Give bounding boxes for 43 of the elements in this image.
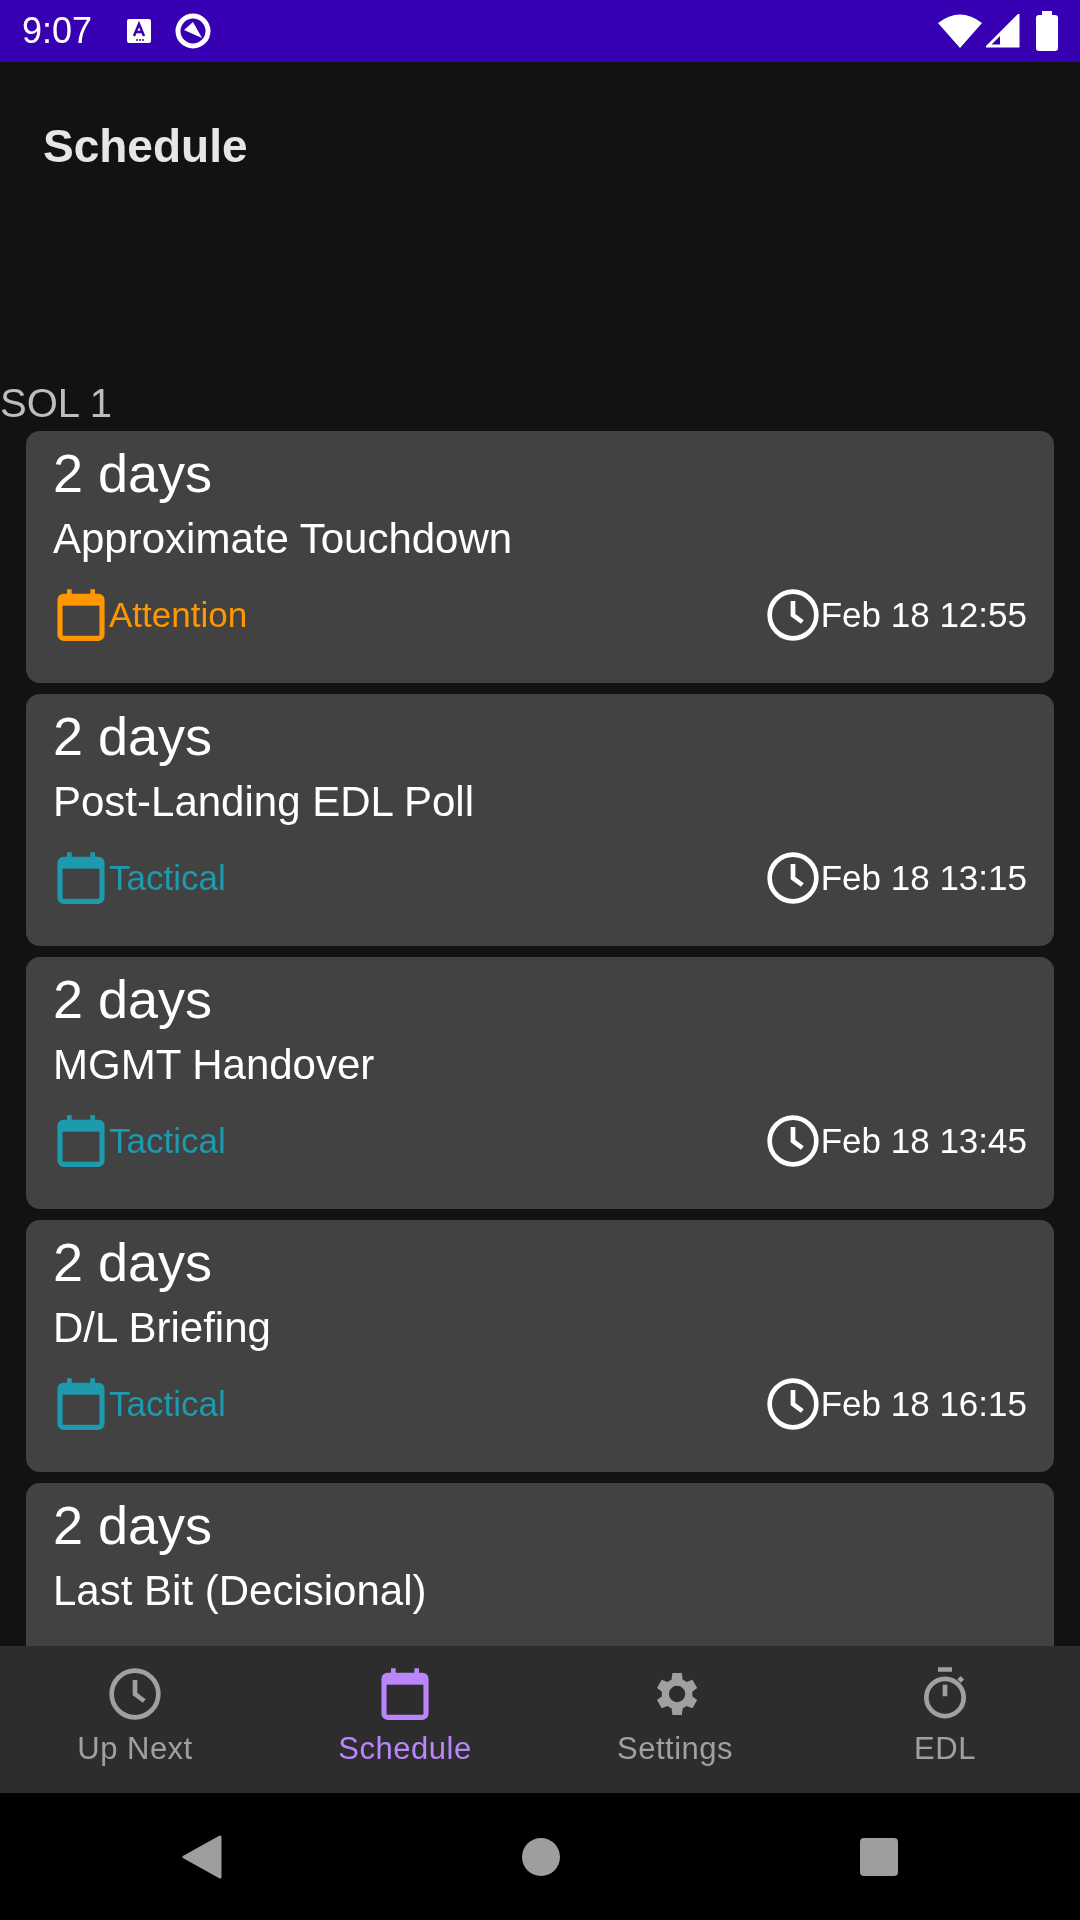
event-card[interactable]: 2 days Last Bit (Decisional) bbox=[26, 1483, 1054, 1646]
event-card[interactable]: 2 days MGMT Handover Tactical Feb 18 13:45 bbox=[26, 957, 1054, 1209]
nav-tab[interactable]: EDL bbox=[810, 1646, 1080, 1793]
clock-icon bbox=[764, 1113, 821, 1169]
recents-icon[interactable] bbox=[860, 1837, 898, 1876]
countdown-text: 2 days bbox=[53, 442, 213, 505]
event-title: D/L Briefing bbox=[53, 1303, 271, 1353]
category-label: Tactical bbox=[109, 1382, 226, 1425]
category-label: Tactical bbox=[109, 856, 226, 899]
clock-icon bbox=[764, 850, 821, 906]
keyboard-icon bbox=[126, 18, 153, 44]
section-label: SOL 1 bbox=[0, 380, 112, 427]
event-time: Feb 18 13:15 bbox=[820, 856, 1027, 899]
clock-icon bbox=[107, 1666, 163, 1722]
circle-icon bbox=[174, 12, 213, 50]
back-icon[interactable] bbox=[182, 1834, 222, 1879]
signal-icon bbox=[986, 14, 1020, 48]
clock-icon bbox=[764, 587, 821, 643]
category-label: Attention bbox=[109, 593, 248, 636]
wifi-icon bbox=[938, 14, 982, 48]
event-title: Approximate Touchdown bbox=[53, 514, 513, 564]
status-time: 9:07 bbox=[22, 9, 93, 53]
event-time: Feb 18 13:45 bbox=[820, 1119, 1027, 1162]
countdown-text: 2 days bbox=[53, 1494, 213, 1557]
nav-tab[interactable]: Schedule bbox=[270, 1646, 540, 1793]
event-card[interactable]: 2 days Post-Landing EDL Poll Tactical Feb 18 13:15 bbox=[26, 694, 1054, 946]
event-title: Last Bit (Decisional) bbox=[53, 1566, 427, 1616]
event-card[interactable]: 2 days Approximate Touchdown Attention Feb 18 12:55 bbox=[26, 431, 1054, 683]
event-title: Post-Landing EDL Poll bbox=[53, 777, 475, 827]
category-label: Tactical bbox=[109, 1119, 226, 1162]
event-time: Feb 18 12:55 bbox=[820, 593, 1027, 636]
event-time: Feb 18 16:15 bbox=[820, 1382, 1027, 1425]
nav-tab[interactable]: Settings bbox=[540, 1646, 810, 1793]
countdown-text: 2 days bbox=[53, 705, 213, 768]
screen-title: Schedule bbox=[43, 120, 248, 172]
event-title: MGMT Handover bbox=[53, 1040, 375, 1090]
home-icon[interactable] bbox=[522, 1837, 560, 1876]
event-card[interactable]: 2 days D/L Briefing Tactical Feb 18 16:15 bbox=[26, 1220, 1054, 1472]
battery-icon bbox=[1036, 11, 1058, 51]
countdown-text: 2 days bbox=[53, 968, 213, 1031]
countdown-text: 2 days bbox=[53, 1231, 213, 1294]
nav-tab[interactable]: Up Next bbox=[0, 1646, 270, 1793]
clock-icon bbox=[764, 1376, 821, 1432]
